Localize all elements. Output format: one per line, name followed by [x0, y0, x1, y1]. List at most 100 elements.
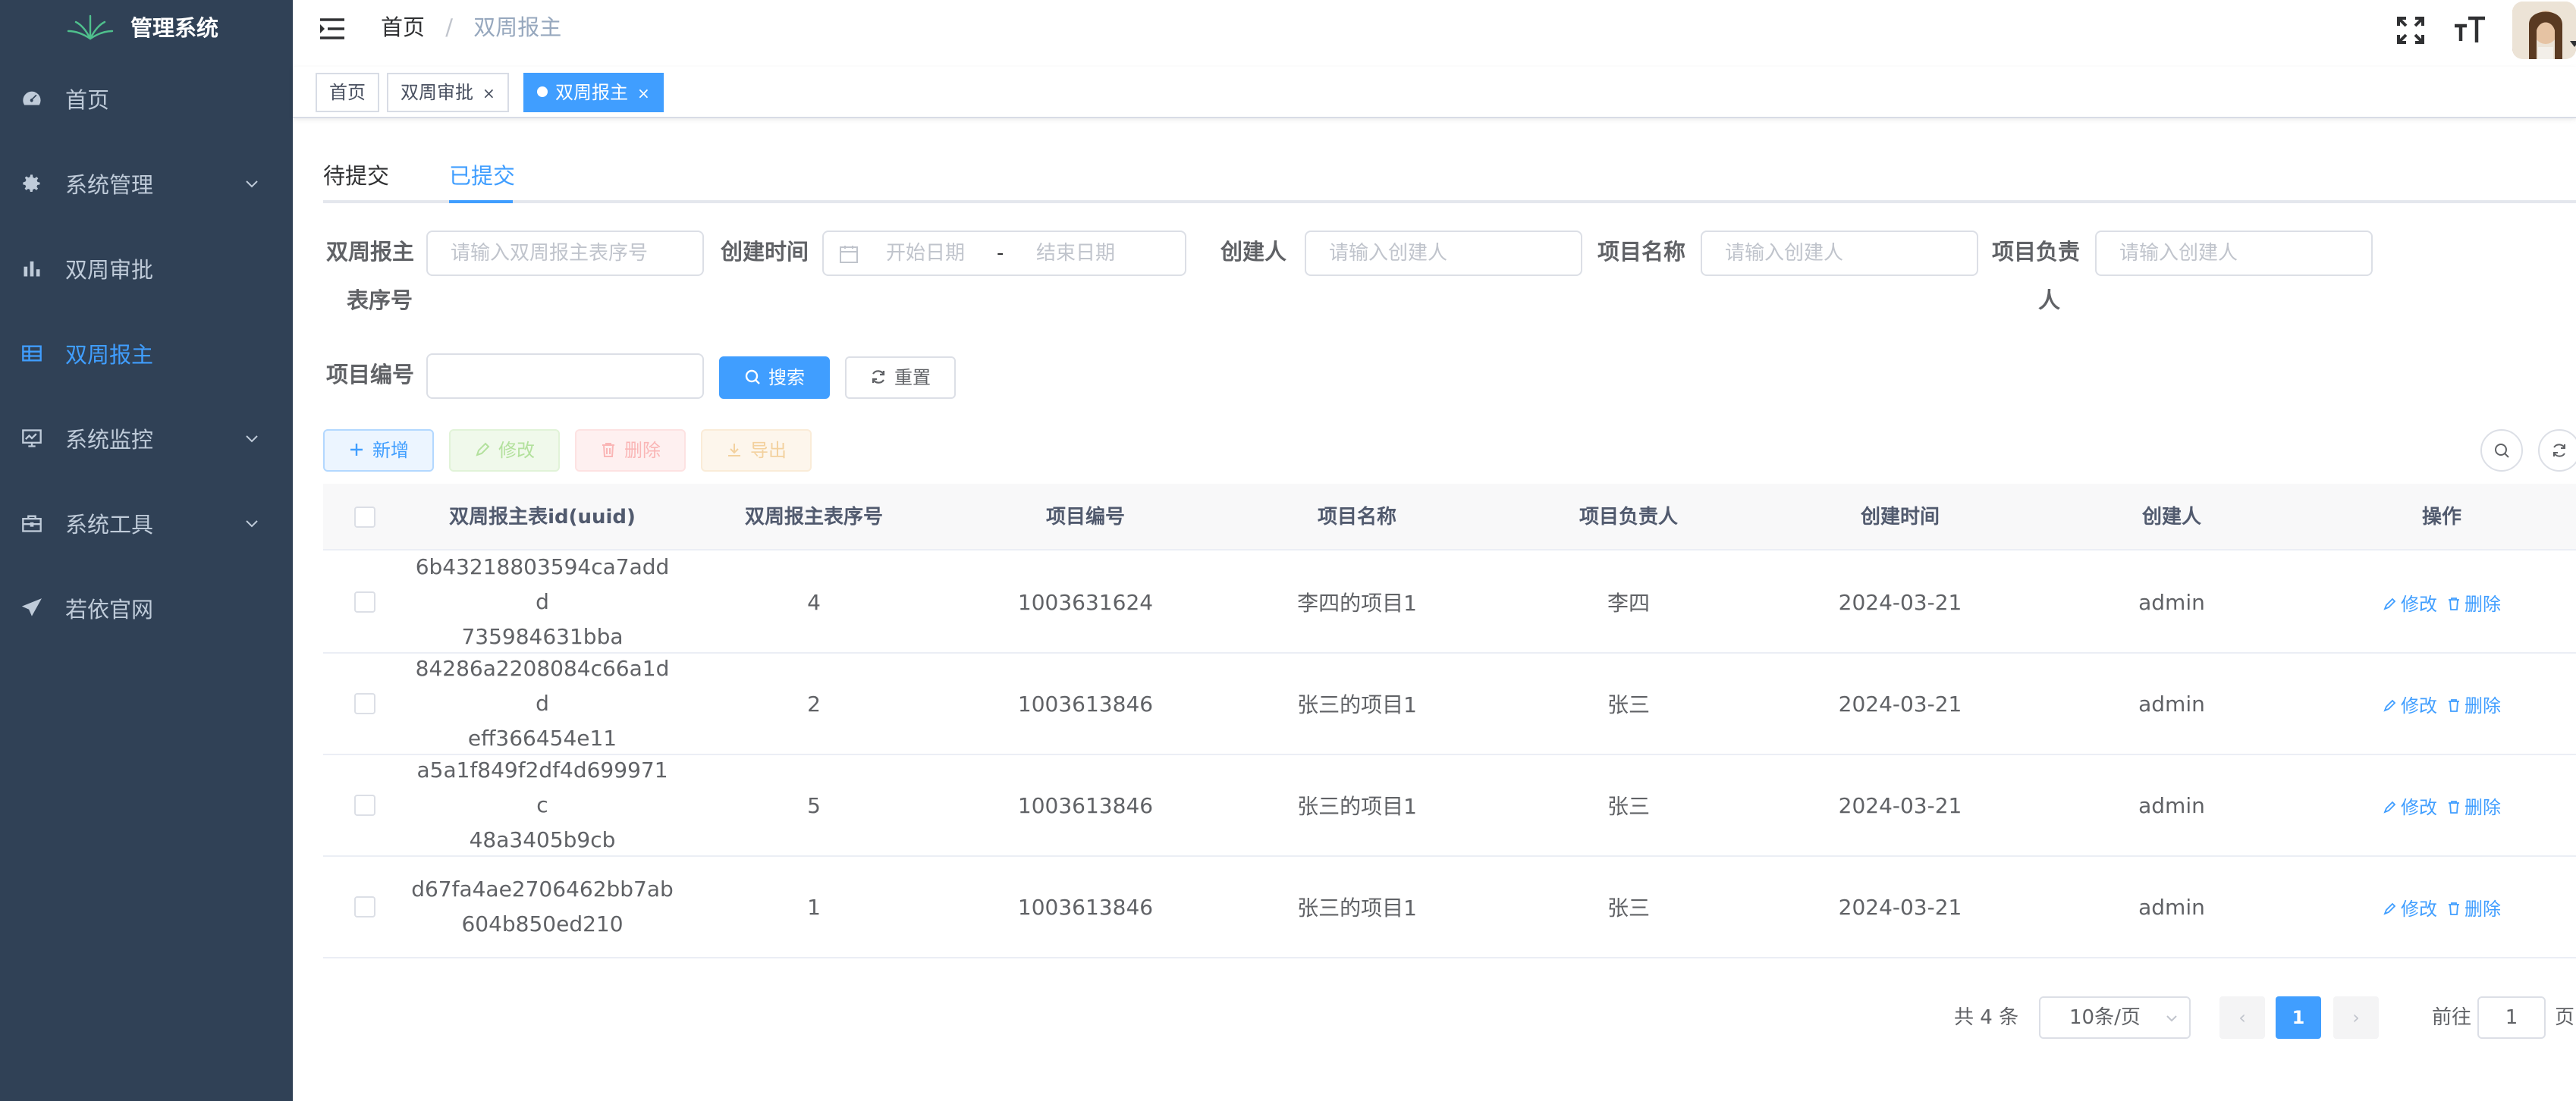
project-name-cell: 张三的项目1	[1297, 896, 1417, 921]
created-time-cell: 2024-03-21	[1838, 792, 1962, 818]
goto-page-input[interactable]: 1	[2477, 996, 2546, 1039]
active-tab-indicator	[449, 200, 513, 203]
date-end[interactable]: 结束日期	[1036, 232, 1115, 274]
table-row[interactable]: 84286a2208084c66a1dd eff366454e11 2 10036…	[323, 654, 2576, 755]
plus-icon	[350, 444, 363, 456]
row-delete-label: 删除	[2464, 796, 2501, 818]
monitor-icon	[20, 426, 44, 450]
row-checkbox[interactable]	[354, 896, 375, 918]
sidebar-item-system-management[interactable]: 系统管理	[0, 141, 293, 226]
row-checkbox[interactable]	[354, 591, 375, 613]
column-header[interactable]: 双周报主表序号	[678, 484, 950, 550]
edit-icon	[2383, 699, 2396, 712]
project-no-cell: 1003613846	[1017, 894, 1154, 920]
add-button-label: 新增	[372, 440, 409, 461]
caret-down-icon[interactable]	[2568, 39, 2576, 50]
uuid-cell: d67fa4ae2706462bb7ab 604b850ed210	[407, 857, 678, 957]
search-button[interactable]: 搜索	[719, 356, 830, 399]
edit-button[interactable]: 修改	[449, 429, 560, 472]
serial-cell: 4	[807, 589, 821, 615]
row-edit-label: 修改	[2401, 695, 2437, 717]
prev-page-button[interactable]: ‹	[2219, 996, 2265, 1039]
toggle-search-button[interactable]	[2480, 429, 2523, 472]
uuid-line1: d67fa4ae2706462bb7ab	[411, 877, 674, 902]
project-name-label: 项目名称	[1597, 239, 1685, 265]
sidebar-item-label: 双周报主	[65, 342, 154, 368]
row-delete-link[interactable]: 删除	[2446, 691, 2501, 717]
column-header[interactable]: 双周报主表id(uuid)	[407, 484, 678, 550]
column-header[interactable]: 项目编号	[950, 484, 1221, 550]
delete-button[interactable]: 删除	[575, 429, 686, 472]
row-delete-link[interactable]: 删除	[2446, 792, 2501, 819]
tab-submitted[interactable]: 已提交	[449, 159, 515, 193]
project-no-input[interactable]	[426, 353, 704, 399]
table-row[interactable]: a5a1f849f2df4d699971c 48a3405b9cb 5 10036…	[323, 755, 2576, 857]
page-size-select[interactable]: 10条/页	[2039, 996, 2191, 1039]
sidebar-item-biweekly-approval[interactable]: 双周审批	[0, 226, 293, 311]
project-name-input[interactable]: 请输入创建人	[1701, 231, 1978, 276]
add-button[interactable]: 新增	[323, 429, 434, 472]
serial-input[interactable]: 请输入双周报主表序号	[426, 231, 704, 276]
export-button[interactable]: 导出	[701, 429, 812, 472]
avatar[interactable]	[2512, 2, 2576, 59]
sidebar-item-home[interactable]: 首页	[0, 56, 293, 141]
row-edit-link[interactable]: 修改	[2383, 691, 2437, 717]
breadcrumb-home[interactable]: 首页	[381, 14, 425, 40]
row-delete-link[interactable]: 删除	[2446, 589, 2501, 616]
sidebar-item-system-monitor[interactable]: 系统监控	[0, 396, 293, 481]
row-edit-label: 修改	[2401, 898, 2437, 920]
pagination: 共 4 条 10条/页 ‹ 1 › 前往 1 页	[293, 996, 2576, 1039]
page-number-button[interactable]: 1	[2276, 996, 2321, 1039]
brand[interactable]: 管理系统	[0, 0, 293, 53]
font-size-icon[interactable]	[2453, 14, 2486, 47]
sidebar-item-system-tools[interactable]: 系统工具	[0, 481, 293, 566]
operations-cell: 修改 删除	[2307, 654, 2576, 754]
tag-home[interactable]: 首页	[316, 73, 379, 112]
sidebar-item-ruoyi-website[interactable]: 若依官网	[0, 566, 293, 651]
column-header[interactable]: 创建时间	[1764, 484, 2036, 550]
tab-pending[interactable]: 待提交	[323, 159, 389, 193]
tag-biweekly-approval[interactable]: 双周审批 ×	[387, 73, 509, 112]
edit-button-label: 修改	[498, 440, 535, 461]
tag-biweekly-report[interactable]: 双周报主 ×	[523, 73, 664, 112]
row-edit-link[interactable]: 修改	[2383, 589, 2437, 616]
row-delete-label: 删除	[2464, 898, 2501, 920]
date-start[interactable]: 开始日期	[886, 232, 965, 274]
owner-input[interactable]: 请输入创建人	[2095, 231, 2373, 276]
row-checkbox[interactable]	[354, 795, 375, 816]
fullscreen-icon[interactable]	[2394, 14, 2427, 47]
refresh-table-button[interactable]	[2538, 429, 2576, 472]
row-edit-link[interactable]: 修改	[2383, 792, 2437, 819]
sidebar-item-biweekly-report[interactable]: 双周报主	[0, 311, 293, 396]
export-button-label: 导出	[750, 440, 787, 461]
hamburger-icon[interactable]	[317, 14, 347, 44]
column-header[interactable]: 项目负责人	[1493, 484, 1764, 550]
app-title: 管理系统	[130, 15, 219, 41]
goto-label: 前往	[2432, 1006, 2472, 1029]
column-header[interactable]: 创建人	[2036, 484, 2307, 550]
date-range-picker[interactable]: 开始日期 - 结束日期	[822, 231, 1186, 276]
project-no-label: 项目编号	[325, 362, 414, 387]
select-all-checkbox[interactable]	[354, 507, 375, 528]
row-checkbox[interactable]	[354, 693, 375, 714]
edit-icon	[2383, 598, 2396, 610]
row-select-cell	[323, 857, 407, 957]
column-header[interactable]: 项目名称	[1221, 484, 1493, 550]
row-delete-link[interactable]: 删除	[2446, 894, 2501, 921]
reset-button[interactable]: 重置	[845, 356, 956, 399]
close-icon[interactable]: ×	[482, 84, 495, 102]
delete-button-label: 删除	[624, 440, 661, 461]
table-row[interactable]: d67fa4ae2706462bb7ab 604b850ed210 1 10036…	[323, 857, 2576, 958]
project-name-cell: 张三的项目1	[1297, 794, 1417, 819]
column-header[interactable]: 操作	[2307, 484, 2576, 550]
row-edit-link[interactable]: 修改	[2383, 894, 2437, 921]
uuid-cell: a5a1f849f2df4d699971c 48a3405b9cb	[407, 755, 678, 855]
tag-label: 首页	[329, 82, 366, 103]
creator-input[interactable]: 请输入创建人	[1305, 231, 1582, 276]
serial-cell: 2	[807, 691, 821, 717]
next-page-button[interactable]: ›	[2333, 996, 2379, 1039]
table-row[interactable]: 6b43218803594ca7addd 735984631bba 4 10036…	[323, 552, 2576, 654]
edit-icon	[2383, 801, 2396, 814]
close-icon[interactable]: ×	[637, 84, 650, 102]
search-icon	[745, 369, 760, 384]
